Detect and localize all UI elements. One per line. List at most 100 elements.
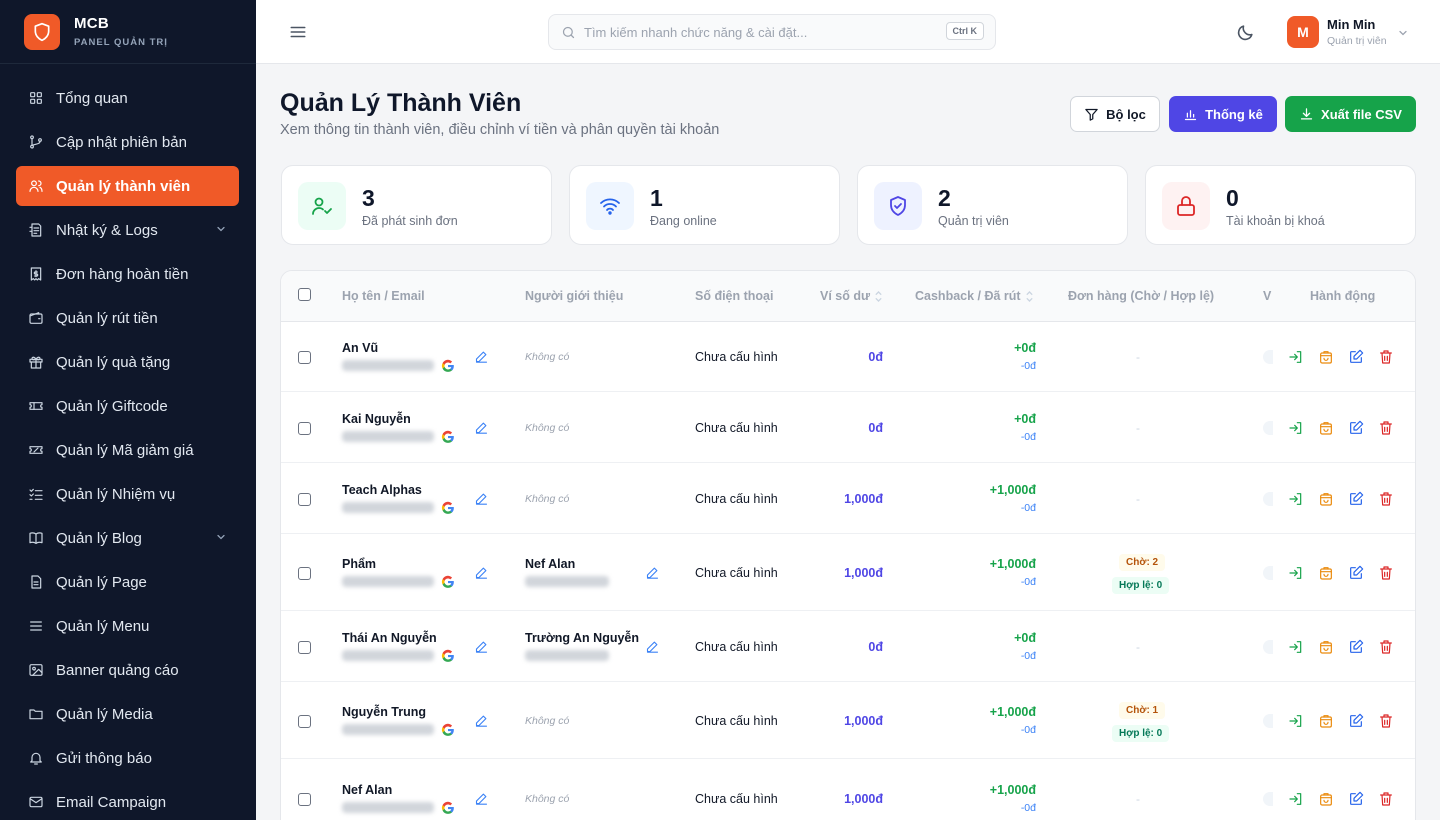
phone-value: Chưa cấu hình — [695, 792, 778, 806]
login-as-user-icon[interactable] — [1288, 713, 1304, 729]
sidebar-item-book[interactable]: Quản lý Blog — [16, 518, 239, 558]
sidebar-item-grid[interactable]: Tổng quan — [16, 78, 239, 118]
orders-bag-icon[interactable] — [1318, 639, 1334, 655]
edit-icon[interactable] — [1348, 639, 1364, 655]
edit-member-icon[interactable] — [474, 713, 489, 728]
sidebar-item-git-branch[interactable]: Cập nhật phiên bản — [16, 122, 239, 162]
google-icon — [441, 723, 455, 737]
edit-member-icon[interactable] — [474, 349, 489, 364]
table-row[interactable]: Teach Alphas Không có Chưa cấu hình 1,000đ +… — [281, 463, 1415, 534]
edit-member-icon[interactable] — [474, 420, 489, 435]
table-row[interactable]: An Vũ Không có Chưa cấu hình 0đ +0đ -0đ - — [281, 322, 1415, 392]
sidebar-item-label: Email Campaign — [56, 793, 167, 811]
column-cashback[interactable]: Cashback / Đã rút — [915, 289, 1034, 303]
sidebar-item-users[interactable]: Quản lý thành viên — [16, 166, 239, 206]
withdrawn-amount: -0đ — [1020, 360, 1036, 372]
edit-icon[interactable] — [1348, 565, 1364, 581]
member-email-blurred — [342, 575, 434, 587]
withdrawn-amount: -0đ — [1020, 501, 1036, 514]
sidebar-item-coupon[interactable]: Quản lý Mã giảm giá — [16, 430, 239, 470]
folder-icon — [29, 709, 43, 720]
row-checkbox[interactable] — [298, 421, 311, 435]
orders-bag-icon[interactable] — [1318, 791, 1334, 807]
login-as-user-icon[interactable] — [1288, 491, 1304, 507]
delete-trash-icon[interactable] — [1378, 491, 1394, 507]
stats-button[interactable]: Thống kê — [1169, 96, 1277, 132]
edit-member-icon[interactable] — [474, 791, 489, 806]
withdrawn-amount: -0đ — [1020, 649, 1036, 662]
table-row[interactable]: Thái An Nguyễn Trường An Nguyễn Chưa cấu h… — [281, 611, 1415, 682]
delete-trash-icon[interactable] — [1378, 565, 1394, 581]
row-checkbox[interactable] — [298, 492, 311, 506]
stat-value: 3 — [362, 185, 375, 211]
referrer-name[interactable]: Nef Alan — [525, 557, 575, 571]
row-checkbox[interactable] — [298, 566, 311, 580]
referrer-email-blurred — [525, 649, 609, 661]
sidebar-item-ticket[interactable]: Quản lý Giftcode — [16, 386, 239, 426]
phone-value: Chưa cấu hình — [695, 639, 778, 654]
chevron-down-icon[interactable] — [1397, 27, 1409, 39]
orders-bag-icon[interactable] — [1318, 349, 1334, 365]
filter-button[interactable]: Bộ lọc — [1070, 96, 1160, 132]
export-csv-button[interactable]: Xuất file CSV — [1285, 96, 1416, 132]
edit-icon[interactable] — [1348, 713, 1364, 729]
row-checkbox[interactable] — [298, 793, 311, 806]
edit-icon[interactable] — [1348, 491, 1364, 507]
edit-icon[interactable] — [1348, 420, 1364, 436]
edit-icon[interactable] — [1348, 349, 1364, 365]
edit-member-icon[interactable] — [474, 491, 489, 506]
sidebar-item-label: Nhật ký & Logs — [56, 221, 158, 239]
row-checkbox[interactable] — [298, 640, 311, 654]
orders-bag-icon[interactable] — [1318, 565, 1334, 581]
sidebar-item-log[interactable]: Nhật ký & Logs — [16, 210, 239, 250]
column-wallet[interactable]: Ví số dư — [820, 289, 883, 303]
dark-mode-toggle-moon-icon[interactable] — [1236, 23, 1255, 42]
orders-bag-icon[interactable] — [1318, 713, 1334, 729]
table-row[interactable]: Kai Nguyễn Không có Chưa cấu hình 0đ +0đ -0đ - — [281, 392, 1415, 463]
sidebar-item-menu[interactable]: Quản lý Menu — [16, 606, 239, 646]
delete-trash-icon[interactable] — [1378, 420, 1394, 436]
search-icon — [562, 26, 575, 38]
book-icon — [29, 532, 43, 544]
sidebar-item-wallet[interactable]: Quản lý rút tiền — [16, 298, 239, 338]
stat-card: 2 Quản trị viên — [857, 165, 1128, 245]
select-all-checkbox[interactable] — [298, 288, 311, 301]
table-row[interactable]: Phẩm Nef Alan Chưa cấu hình 1,000đ +1,000đ -0… — [281, 534, 1415, 611]
table-row[interactable]: Nef Alan Không có Chưa cấu hình 1,000đ +1,00… — [281, 759, 1415, 820]
user-name[interactable]: Min Min — [1327, 17, 1375, 32]
sidebar-item-folder[interactable]: Quản lý Media — [16, 694, 239, 734]
orders-bag-icon[interactable] — [1318, 420, 1334, 436]
referrer-name[interactable]: Trường An Nguyễn — [525, 631, 639, 645]
orders-bag-icon[interactable] — [1318, 491, 1334, 507]
login-as-user-icon[interactable] — [1288, 349, 1304, 365]
login-as-user-icon[interactable] — [1288, 565, 1304, 581]
google-icon — [441, 575, 455, 589]
row-checkbox[interactable] — [298, 714, 311, 728]
edit-referrer-icon[interactable] — [645, 639, 660, 654]
login-as-user-icon[interactable] — [1288, 791, 1304, 807]
delete-trash-icon[interactable] — [1378, 713, 1394, 729]
sidebar-item-gift[interactable]: Quản lý quà tặng — [16, 342, 239, 382]
hamburger-menu-icon[interactable] — [289, 23, 307, 41]
filter-label: Bộ lọc — [1106, 106, 1146, 122]
sidebar-item-receipt[interactable]: Đơn hàng hoàn tiền — [16, 254, 239, 294]
edit-icon[interactable] — [1348, 791, 1364, 807]
delete-trash-icon[interactable] — [1378, 639, 1394, 655]
table-row[interactable]: Nguyễn Trung Không có Chưa cấu hình 1,000đ +… — [281, 682, 1415, 759]
sidebar-item-bell[interactable]: Gửi thông báo — [16, 738, 239, 778]
search-input[interactable]: Tìm kiếm nhanh chức năng & cài đặt... Ct… — [548, 14, 996, 50]
sidebar-item-mail[interactable]: Email Campaign — [16, 782, 239, 820]
edit-referrer-icon[interactable] — [645, 565, 660, 580]
delete-trash-icon[interactable] — [1378, 791, 1394, 807]
edit-member-icon[interactable] — [474, 639, 489, 654]
delete-trash-icon[interactable] — [1378, 349, 1394, 365]
login-as-user-icon[interactable] — [1288, 420, 1304, 436]
sidebar-item-task-list[interactable]: Quản lý Nhiệm vụ — [16, 474, 239, 514]
login-as-user-icon[interactable] — [1288, 639, 1304, 655]
row-checkbox[interactable] — [298, 351, 311, 364]
edit-member-icon[interactable] — [474, 565, 489, 580]
google-icon — [441, 501, 455, 515]
sidebar-item-image[interactable]: Banner quảng cáo — [16, 650, 239, 690]
avatar[interactable]: M — [1287, 16, 1319, 48]
sidebar-item-file[interactable]: Quản lý Page — [16, 562, 239, 602]
